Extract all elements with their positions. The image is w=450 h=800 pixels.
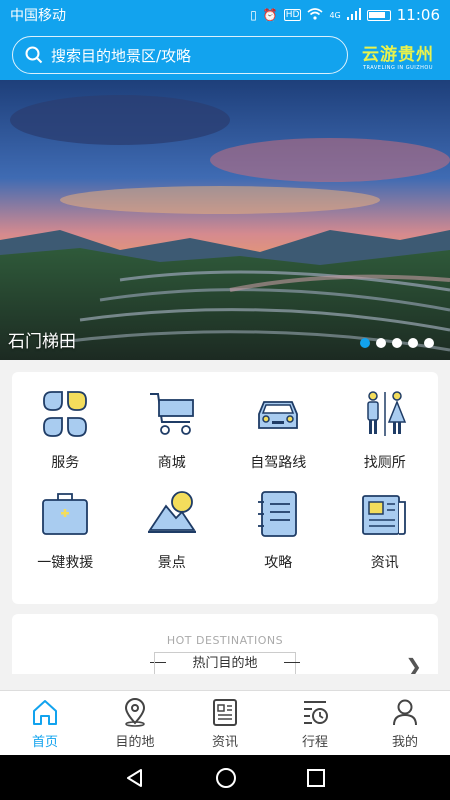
service-item-news[interactable]: 资讯	[332, 488, 439, 588]
service-item-mall[interactable]: 商城	[119, 388, 226, 488]
carousel-dot[interactable]	[424, 338, 434, 348]
carrier-label: 中国移动	[10, 8, 66, 24]
carousel-dot[interactable]	[360, 338, 370, 348]
cart-icon	[146, 388, 198, 440]
brand-tagline: TRAVELING IN GUIZHOU	[362, 64, 434, 71]
location-icon	[124, 698, 146, 727]
news-icon	[359, 488, 411, 540]
service-label: 找厕所	[363, 455, 406, 471]
tab-label: 资讯	[211, 735, 238, 750]
hot-destinations-en: HOT DESTINATIONS	[166, 634, 284, 647]
recents-icon[interactable]	[306, 768, 326, 788]
service-label: 一键救援	[37, 555, 94, 571]
service-label: 景点	[157, 555, 186, 571]
brand-name: 云游贵州	[362, 44, 434, 65]
restroom-icon	[359, 388, 411, 440]
service-item-attractions[interactable]: 景点	[119, 488, 226, 588]
tab-home[interactable]: 首页	[0, 691, 90, 755]
network-type: 4G	[329, 10, 341, 20]
battery-icon	[366, 9, 391, 21]
service-item-drive-routes[interactable]: 自驾路线	[225, 388, 332, 488]
service-item-rescue[interactable]: 一键救援	[12, 488, 119, 588]
hd-badge: HD	[283, 9, 302, 21]
system-nav-bar	[0, 755, 450, 800]
tab-label: 首页	[31, 735, 58, 750]
title-divider-right	[284, 662, 300, 663]
signal-icon	[346, 7, 361, 23]
hot-destinations-card: HOT DESTINATIONS 热门目的地 ❯	[12, 614, 438, 674]
banner-caption: 石门梯田	[8, 332, 76, 352]
news-icon	[213, 699, 237, 726]
itinerary-icon	[304, 701, 328, 724]
tab-label: 目的地	[115, 735, 155, 750]
banner-carousel[interactable]: 石门梯田	[0, 80, 450, 360]
service-item-services[interactable]: 服务	[12, 388, 119, 488]
search-input[interactable]: 搜索目的地景区/攻略	[12, 36, 348, 74]
car-icon	[252, 388, 304, 440]
carousel-dot[interactable]	[376, 338, 386, 348]
mountain-icon	[146, 488, 198, 540]
tab-destinations[interactable]: 目的地	[90, 691, 180, 755]
home-icon	[33, 700, 57, 725]
brand-logo: 云游贵州 TRAVELING IN GUIZHOU	[358, 40, 438, 71]
wifi-icon	[307, 7, 323, 23]
vibrate-icon: ▯	[250, 8, 257, 22]
header: 搜索目的地景区/攻略 云游贵州 TRAVELING IN GUIZHOU	[0, 30, 450, 80]
carousel-dots	[360, 338, 434, 348]
tab-profile[interactable]: 我的	[360, 691, 450, 755]
status-icons: ▯ ⏰ HD 4G 11:06	[250, 6, 440, 24]
first-aid-icon	[39, 488, 91, 540]
search-placeholder: 搜索目的地景区/攻略	[51, 46, 192, 65]
tab-label: 行程	[301, 735, 328, 750]
services-card: 服务 商城 自驾路线 找厕所 一键救援 景点 攻略 资讯	[12, 372, 438, 604]
service-label: 攻略	[264, 555, 293, 571]
service-label: 资讯	[370, 555, 399, 571]
tab-news[interactable]: 资讯	[180, 691, 270, 755]
service-label: 商城	[157, 455, 186, 471]
service-item-restroom[interactable]: 找厕所	[332, 388, 439, 488]
carousel-dot[interactable]	[408, 338, 418, 348]
status-bar: 中国移动 ▯ ⏰ HD 4G 11:06	[0, 0, 450, 30]
search-icon	[25, 46, 43, 64]
tab-itinerary[interactable]: 行程	[270, 691, 360, 755]
service-item-guides[interactable]: 攻略	[225, 488, 332, 588]
services-icon	[39, 388, 91, 440]
services-grid: 服务 商城 自驾路线 找厕所 一键救援 景点 攻略 资讯	[12, 372, 438, 588]
notebook-icon	[252, 488, 304, 540]
tab-label: 我的	[391, 735, 418, 750]
hot-destinations-title: 热门目的地	[154, 652, 296, 674]
banner-image	[0, 80, 450, 360]
chevron-right-icon[interactable]: ❯	[405, 654, 422, 674]
carousel-dot[interactable]	[392, 338, 402, 348]
service-label: 服务	[51, 455, 80, 471]
bottom-tab-bar: 首页 目的地 资讯 行程 我的	[0, 690, 450, 755]
clock: 11:06	[396, 6, 440, 24]
back-icon[interactable]	[124, 767, 146, 789]
home-circle-icon[interactable]	[215, 767, 237, 789]
alarm-icon: ⏰	[262, 8, 278, 22]
service-label: 自驾路线	[250, 455, 307, 471]
profile-icon	[393, 699, 417, 726]
